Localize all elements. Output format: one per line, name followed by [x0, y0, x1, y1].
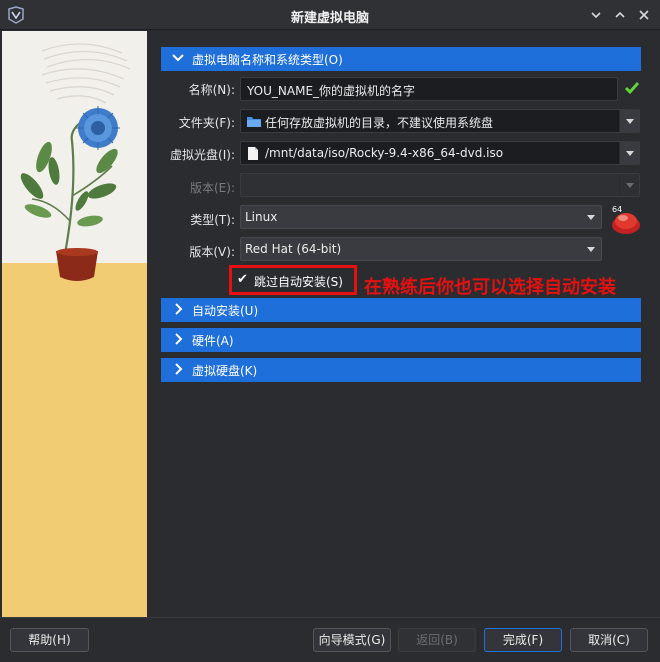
- close-icon: [639, 10, 649, 20]
- maximize-button[interactable]: [609, 5, 631, 25]
- title-bar: 新建虚拟电脑: [0, 0, 660, 30]
- skip-unattended-checkbox[interactable]: ✔: [237, 273, 251, 287]
- close-button[interactable]: [633, 5, 655, 25]
- wizard-illustration: [2, 31, 147, 617]
- cancel-button[interactable]: 取消(C): [570, 628, 648, 652]
- section-name-os-type[interactable]: 虚拟电脑名称和系统类型(O): [161, 47, 641, 71]
- wizard-content: 虚拟电脑名称和系统类型(O) 名称(N): YOU_NAME_你的虚拟机的名字 …: [147, 31, 658, 617]
- edition-dropdown-button[interactable]: [619, 174, 639, 196]
- version-select[interactable]: Red Hat (64-bit): [240, 237, 602, 261]
- valid-check-icon: [624, 82, 640, 95]
- type-select[interactable]: Linux: [240, 205, 602, 229]
- back-button[interactable]: 返回(B): [398, 628, 476, 652]
- chevron-down-icon: [172, 54, 184, 62]
- section-label: 硬件(A): [192, 334, 234, 348]
- iso-label: 虚拟光盘(I):: [170, 148, 235, 162]
- section-label: 虚拟硬盘(K): [192, 364, 258, 378]
- chevron-right-icon: [175, 303, 183, 315]
- chevron-down-icon: [587, 215, 595, 220]
- version-value: Red Hat (64-bit): [245, 242, 342, 256]
- name-label: 名称(N):: [188, 83, 235, 97]
- chevron-down-icon: [587, 247, 595, 252]
- annotation-text: 在熟练后你也可以选择自动安装: [364, 277, 616, 298]
- help-button[interactable]: 帮助(H): [10, 628, 89, 652]
- chevron-up-icon: [615, 11, 625, 18]
- type-value: Linux: [245, 210, 278, 224]
- annotation-highlight-box: ✔ 跳过自动安装(S): [229, 265, 357, 295]
- section-unattended[interactable]: 自动安装(U): [161, 298, 641, 322]
- folder-dropdown-button[interactable]: [619, 110, 639, 132]
- redhat-os-icon: 64: [610, 204, 640, 234]
- version-label: 版本(V):: [189, 245, 235, 259]
- chevron-right-icon: [175, 363, 183, 375]
- section-hardware[interactable]: 硬件(A): [161, 328, 641, 352]
- minimize-button[interactable]: [585, 5, 607, 25]
- section-label: 虚拟电脑名称和系统类型(O): [192, 53, 343, 67]
- iso-selector[interactable]: /mnt/data/iso/Rocky-9.4-x86_64-dvd.iso: [240, 141, 640, 165]
- name-value: YOU_NAME_你的虚拟机的名字: [247, 84, 416, 98]
- section-virtual-disk[interactable]: 虚拟硬盘(K): [161, 358, 641, 382]
- iso-value: /mnt/data/iso/Rocky-9.4-x86_64-dvd.iso: [265, 146, 504, 160]
- os-badge: 64: [612, 205, 622, 214]
- name-input[interactable]: YOU_NAME_你的虚拟机的名字: [240, 77, 618, 101]
- folder-value: 任何存放虚拟机的目录，不建议使用系统盘: [265, 116, 494, 130]
- edition-select[interactable]: [240, 173, 640, 197]
- file-icon: [248, 147, 258, 160]
- folder-icon: [247, 117, 261, 127]
- chevron-down-icon: [591, 12, 601, 19]
- footer-bar: 帮助(H) 向导模式(G) 返回(B) 完成(F) 取消(C): [0, 617, 660, 662]
- type-label: 类型(T):: [190, 213, 235, 227]
- skip-unattended-label[interactable]: 跳过自动安装(S): [254, 273, 343, 290]
- edition-label: 版本(E):: [190, 181, 235, 195]
- guided-mode-button[interactable]: 向导模式(G): [313, 628, 391, 652]
- chevron-right-icon: [175, 333, 183, 345]
- window-title: 新建虚拟电脑: [290, 11, 369, 26]
- section-label: 自动安装(U): [192, 304, 259, 318]
- folder-selector[interactable]: 任何存放虚拟机的目录，不建议使用系统盘: [240, 109, 640, 133]
- folder-label: 文件夹(F):: [178, 116, 235, 130]
- finish-button[interactable]: 完成(F): [484, 628, 562, 652]
- iso-dropdown-button[interactable]: [619, 142, 639, 164]
